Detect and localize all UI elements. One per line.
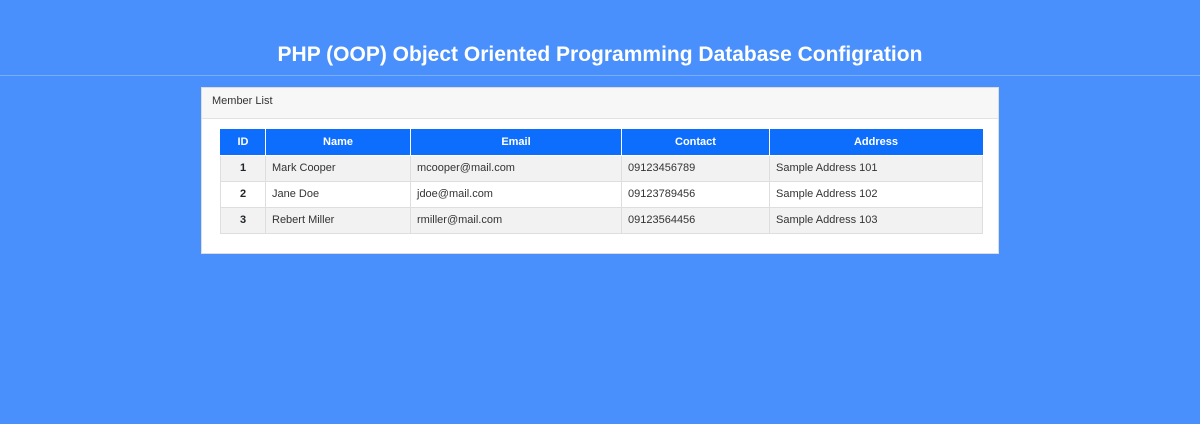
column-header-name: Name: [265, 129, 411, 156]
table-header: ID Name Email Contact Address: [220, 129, 983, 156]
column-header-contact: Contact: [621, 129, 770, 156]
table-row: 1 Mark Cooper mcooper@mail.com 091234567…: [220, 154, 983, 182]
cell-email: jdoe@mail.com: [410, 180, 622, 208]
table-row: 2 Jane Doe jdoe@mail.com 09123789456 Sam…: [220, 180, 983, 208]
member-table-wrapper: ID Name Email Contact Address 1 Mark Coo…: [220, 129, 983, 234]
cell-address: Sample Address 103: [769, 206, 983, 234]
cell-email: rmiller@mail.com: [410, 206, 622, 234]
column-header-id: ID: [220, 129, 266, 156]
table-header-row: ID Name Email Contact Address: [220, 129, 983, 156]
table-row: 3 Rebert Miller rmiller@mail.com 0912356…: [220, 206, 983, 234]
cell-contact: 09123789456: [621, 180, 770, 208]
card-header: Member List: [202, 88, 998, 119]
member-list-card: Member List ID Name Email Contact Addres…: [201, 87, 999, 254]
cell-id: 2: [220, 180, 266, 208]
page-title: PHP (OOP) Object Oriented Programming Da…: [277, 43, 923, 66]
cell-id: 1: [220, 154, 266, 182]
cell-name: Mark Cooper: [265, 154, 411, 182]
cell-id: 3: [220, 206, 266, 234]
cell-name: Jane Doe: [265, 180, 411, 208]
cell-email: mcooper@mail.com: [410, 154, 622, 182]
member-table: ID Name Email Contact Address 1 Mark Coo…: [220, 129, 983, 234]
page-header: PHP (OOP) Object Oriented Programming Da…: [0, 0, 1200, 76]
cell-contact: 09123456789: [621, 154, 770, 182]
column-header-address: Address: [769, 129, 983, 156]
column-header-email: Email: [410, 129, 622, 156]
table-body: 1 Mark Cooper mcooper@mail.com 091234567…: [220, 154, 983, 234]
cell-address: Sample Address 102: [769, 180, 983, 208]
cell-address: Sample Address 101: [769, 154, 983, 182]
cell-contact: 09123564456: [621, 206, 770, 234]
cell-name: Rebert Miller: [265, 206, 411, 234]
